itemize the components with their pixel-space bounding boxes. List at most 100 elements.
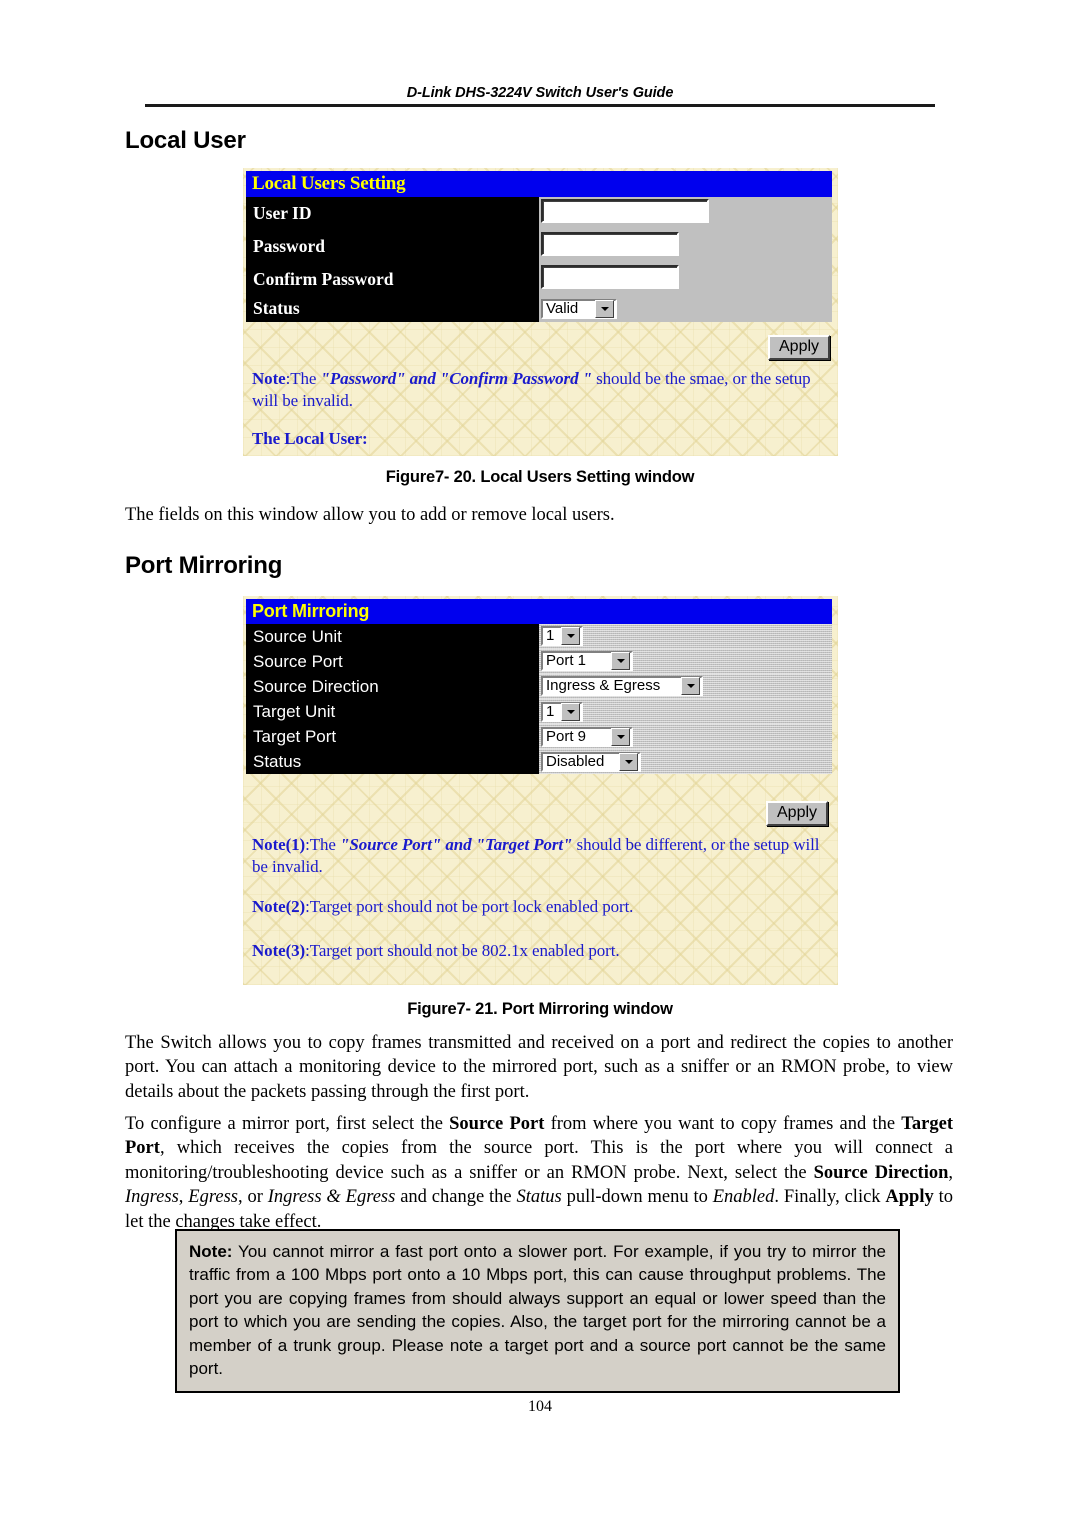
figure-local-users-setting-window: Local Users Setting User ID Password Con… (243, 168, 838, 456)
section-heading-local-user: Local User (125, 127, 246, 154)
p2-text-2: from where you want to copy frames and t… (544, 1114, 902, 1134)
p2-text-4: , (948, 1162, 953, 1183)
p2-text-8: pull-down menu to (561, 1187, 713, 1208)
note-callout-box: Note: You cannot mirror a fast port onto… (175, 1229, 900, 1393)
label-user-id: User ID (246, 196, 539, 230)
running-header: D-Link DHS-3224V Switch User's Guide (145, 84, 935, 102)
note-callout-label: Note: (189, 1242, 233, 1261)
source-unit-select-value: 1 (546, 627, 555, 645)
port-mirroring-note-3-text: :Target port should not be 802.1x enable… (305, 941, 620, 960)
p2-italic-status: Status (516, 1187, 562, 1208)
label-target-port: Target Port (246, 724, 539, 750)
mirror-status-select[interactable]: Disabled (541, 751, 641, 772)
status-select[interactable]: Valid (541, 298, 617, 319)
source-unit-select[interactable]: 1 (541, 626, 583, 647)
p2-text-5: , (178, 1187, 189, 1208)
local-users-note-sep: :The (285, 369, 321, 388)
table-title-row: Port Mirroring (246, 599, 832, 624)
port-mirroring-note-1-label: Note(1) (252, 835, 306, 854)
port-mirroring-note-1-sep: :The (305, 835, 341, 854)
table-row: Source Port Port 1 (246, 648, 832, 674)
user-id-input[interactable] (541, 198, 709, 223)
chevron-down-icon[interactable] (681, 677, 700, 696)
local-users-setting-title-bar: Local Users Setting (246, 171, 832, 197)
source-direction-select[interactable]: Ingress & Egress (541, 676, 703, 697)
target-unit-select[interactable]: 1 (541, 701, 583, 722)
field-cell-mirror-status: Disabled (539, 749, 832, 774)
target-port-select-value: Port 9 (546, 727, 587, 745)
field-cell-source-port: Port 1 (539, 649, 832, 674)
note-callout-body: You cannot mirror a fast port onto a slo… (189, 1242, 886, 1379)
target-unit-select-value: 1 (546, 702, 555, 720)
table-row: Target Unit 1 (246, 698, 832, 725)
label-source-unit: Source Unit (246, 623, 539, 649)
p2-text-7: and change the (395, 1187, 517, 1208)
table-row: Status Disabled (246, 749, 832, 775)
table-row: User ID (246, 196, 832, 230)
apply-button-port-mirroring[interactable]: Apply (766, 801, 829, 826)
p2-italic-ingress: Ingress (125, 1187, 179, 1208)
source-direction-select-value: Ingress & Egress (546, 677, 661, 695)
running-header-title: D-Link DHS-3224V Switch User's Guide (406, 85, 674, 101)
field-cell-source-unit: 1 (539, 624, 832, 649)
page-number: 104 (528, 1398, 552, 1415)
field-cell-user-id (539, 196, 832, 230)
port-mirroring-note-3-label: Note(3) (252, 941, 306, 960)
chevron-down-icon[interactable] (611, 727, 630, 746)
target-port-select[interactable]: Port 9 (541, 726, 633, 747)
table-row: Confirm Password (246, 262, 832, 296)
label-status: Status (246, 295, 539, 322)
chevron-down-icon[interactable] (611, 652, 630, 671)
local-users-setting-table: Local Users Setting User ID Password Con… (246, 171, 832, 322)
header-divider-rule (145, 104, 935, 107)
table-row: Target Port Port 9 (246, 724, 832, 750)
chevron-down-icon[interactable] (619, 752, 638, 771)
p2-text-6: , or (237, 1187, 268, 1208)
label-source-port: Source Port (246, 648, 539, 674)
note-callout-text: Note: You cannot mirror a fast port onto… (189, 1240, 886, 1381)
table-title-row: Local Users Setting (246, 171, 832, 197)
chevron-down-icon[interactable] (595, 299, 614, 318)
port-mirroring-table: Port Mirroring Source Unit 1 Source Port… (246, 599, 832, 775)
chevron-down-icon[interactable] (561, 702, 580, 721)
chevron-down-icon[interactable] (561, 627, 580, 646)
figure-caption-7-20: Figure7- 20. Local Users Setting window (385, 468, 695, 486)
field-cell-password (539, 229, 832, 263)
figure-caption-7-21: Figure7- 21. Port Mirroring window (407, 1000, 673, 1018)
port-mirroring-note-3: Note(3):Target port should not be 802.1x… (252, 940, 832, 962)
label-confirm-password: Confirm Password (246, 262, 539, 296)
port-mirroring-note-1-emphasis: "Source Port" and "Target Port" (340, 835, 573, 854)
p2-bold-apply: Apply (885, 1187, 934, 1208)
p2-italic-enabled: Enabled (712, 1187, 775, 1208)
p2-bold-source-port: Source Port (449, 1114, 545, 1134)
paragraph-port-mirroring-overview: The Switch allows you to copy frames tra… (125, 1033, 953, 1102)
p2-bold-source-direction: Source Direction (813, 1162, 949, 1183)
field-cell-status: Valid (539, 295, 832, 322)
apply-button-local-users[interactable]: Apply (768, 335, 831, 360)
field-cell-source-direction: Ingress & Egress (539, 674, 832, 699)
field-cell-target-unit: 1 (539, 699, 832, 724)
local-users-note-label: Note (252, 369, 286, 388)
source-port-select[interactable]: Port 1 (541, 651, 633, 672)
source-port-select-value: Port 1 (546, 652, 587, 670)
table-row: Password (246, 229, 832, 263)
field-cell-target-port: Port 9 (539, 724, 832, 749)
label-target-unit: Target Unit (246, 698, 539, 725)
password-input[interactable] (541, 231, 679, 256)
paragraph-port-mirroring-configure: To configure a mirror port, first select… (125, 1112, 953, 1234)
label-mirror-status: Status (246, 749, 539, 775)
port-mirroring-title-bar: Port Mirroring (246, 599, 832, 624)
confirm-password-input[interactable] (541, 264, 679, 289)
table-row: Source Unit 1 (246, 623, 832, 649)
port-mirroring-note-2-label: Note(2) (252, 897, 306, 916)
section-heading-port-mirroring: Port Mirroring (125, 552, 283, 579)
local-users-sub-heading: The Local User: (252, 429, 368, 448)
status-select-value: Valid (546, 299, 579, 317)
p2-italic-egress: Egress (188, 1187, 238, 1208)
p2-text-1: To configure a mirror port, first select… (125, 1114, 450, 1134)
label-source-direction: Source Direction (246, 673, 539, 699)
label-password: Password (246, 229, 539, 263)
p2-text-9: . Finally, click (774, 1187, 886, 1208)
table-row: Status Valid (246, 295, 832, 322)
figure-port-mirroring-window: Port Mirroring Source Unit 1 Source Port… (243, 596, 838, 985)
